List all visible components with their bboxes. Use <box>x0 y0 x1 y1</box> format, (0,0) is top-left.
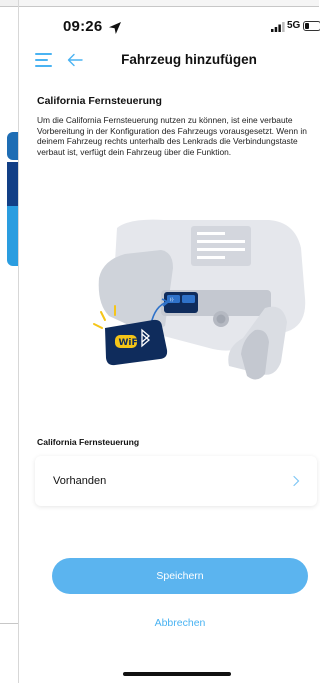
status-time: 09:26 <box>63 18 103 35</box>
background-app <box>0 0 18 683</box>
description-text: Um die California Fernsteuerung nutzen z… <box>37 115 307 157</box>
location-arrow-icon <box>109 22 121 34</box>
navigation-bar: Fahrzeug hinzufügen <box>19 48 319 74</box>
svg-text:WiFi: WiFi <box>119 338 141 348</box>
cancel-button[interactable]: Abbrechen <box>52 617 308 629</box>
field-label: California Fernsteuerung <box>37 437 140 447</box>
save-button[interactable]: Speichern <box>52 558 308 594</box>
background-app-top <box>0 0 18 7</box>
tablet-wifi-icon: WiFi <box>105 319 168 366</box>
page-title: Fahrzeug hinzufügen <box>121 52 257 67</box>
background-card-2 <box>7 162 18 206</box>
background-card-3 <box>7 206 18 266</box>
chevron-right-icon <box>293 475 300 487</box>
california-fernsteuerung-selector[interactable]: Vorhanden <box>35 456 317 506</box>
menu-icon[interactable] <box>35 53 52 67</box>
background-divider <box>0 623 18 624</box>
app-screen: 09:26 5G Fahrzeug hinzufügen California … <box>19 0 320 683</box>
status-bar: 09:26 5G <box>19 18 320 42</box>
svg-text:((·: ((· <box>170 297 174 302</box>
selected-value: Vorhanden <box>53 475 107 487</box>
battery-icon <box>303 21 320 31</box>
home-indicator[interactable] <box>123 672 231 676</box>
signal-icon <box>271 22 285 32</box>
dashboard-illustration: ((· WiFi <box>93 219 306 380</box>
network-type: 5G <box>287 20 301 31</box>
background-card-1 <box>7 132 18 160</box>
screen-top-edge <box>19 0 319 7</box>
section-title: California Fernsteuerung <box>37 95 162 107</box>
